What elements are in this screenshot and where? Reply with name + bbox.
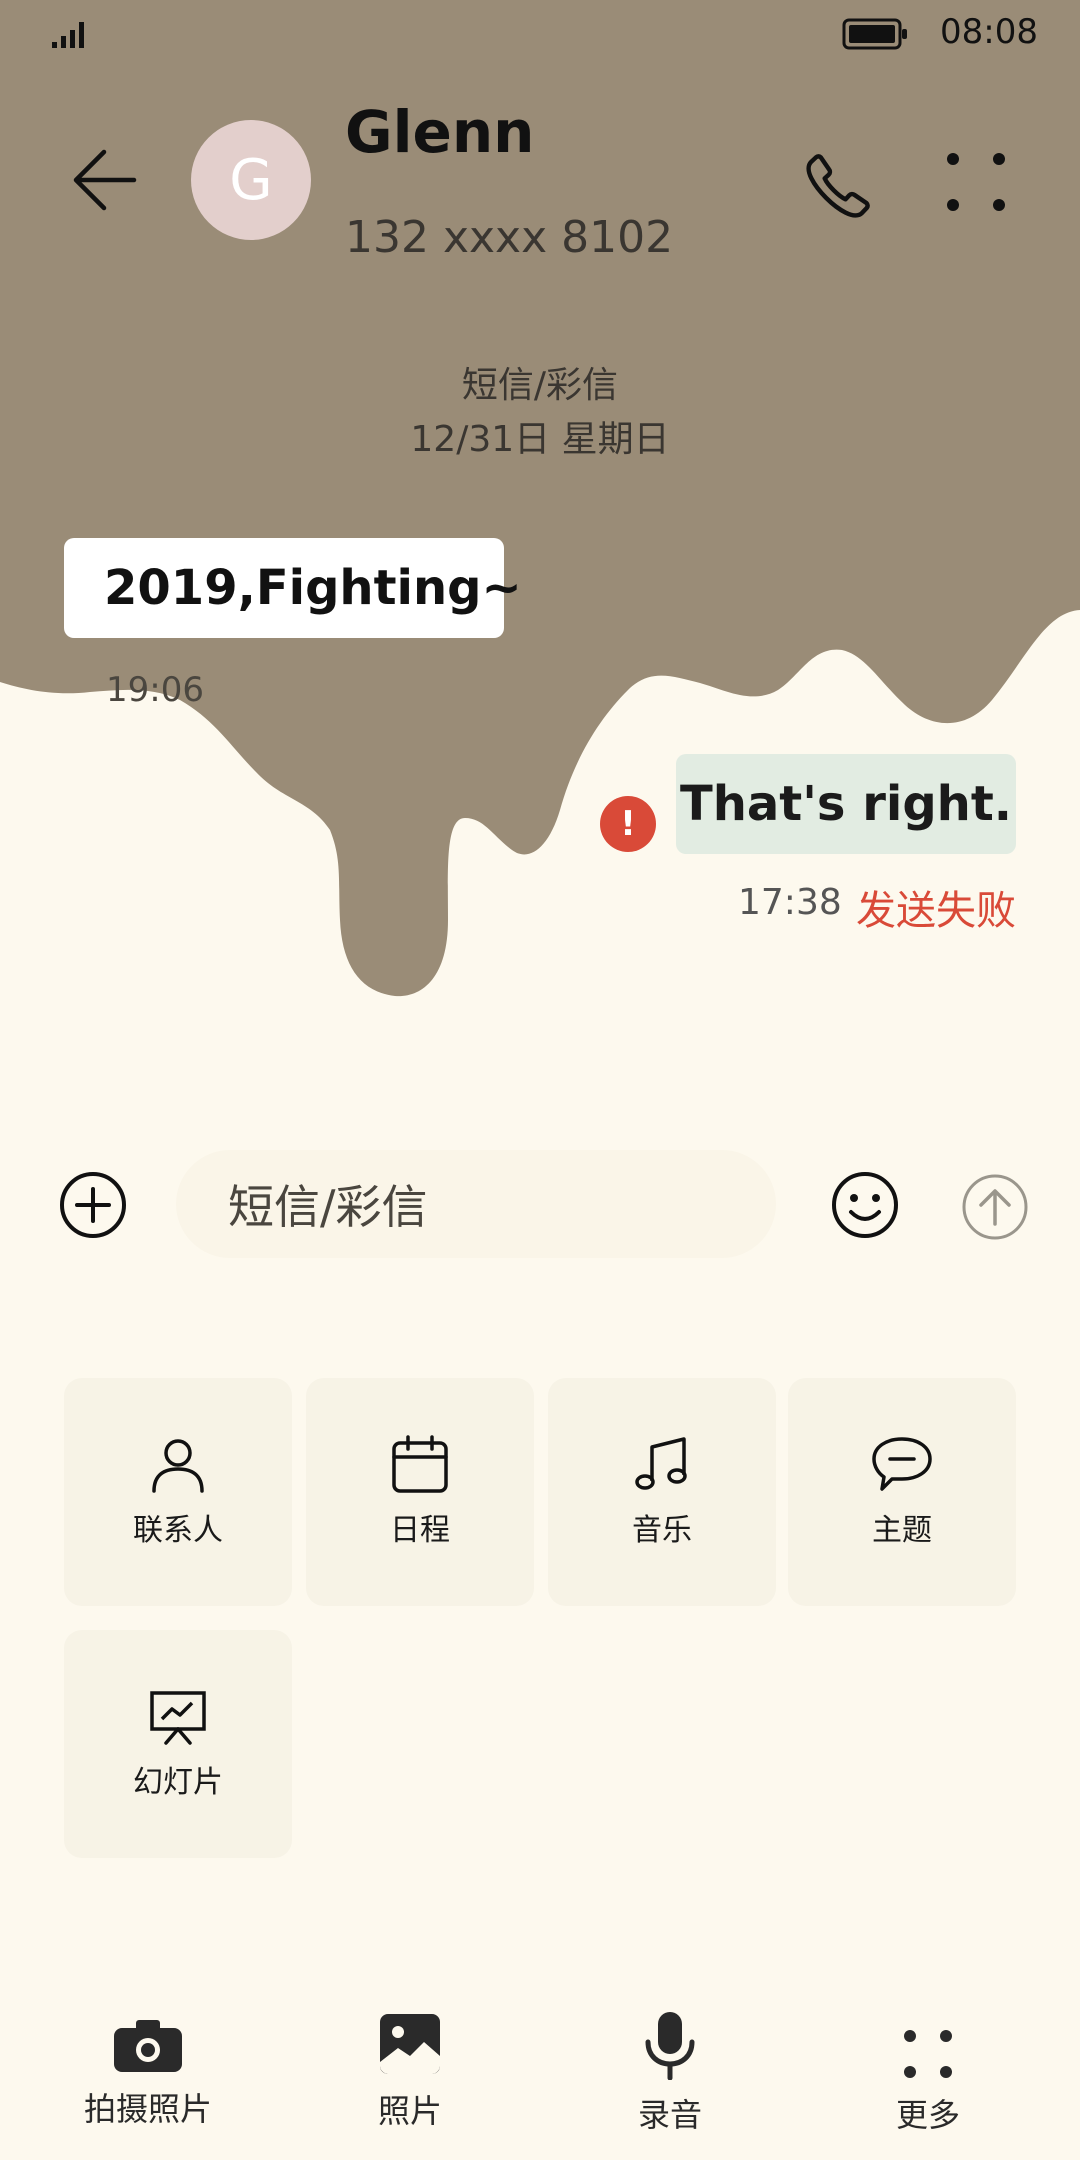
phone-call-icon[interactable]	[800, 148, 876, 224]
attach-calendar-button[interactable]: 日程	[306, 1378, 534, 1606]
camera-icon	[114, 2020, 182, 2072]
send-failed-icon[interactable]: !	[600, 796, 656, 852]
signal-icon	[52, 22, 84, 48]
more-dots-icon	[904, 2030, 952, 2078]
contact-name: Glenn	[345, 98, 535, 166]
thread-channel-label: 短信/彩信	[461, 365, 619, 406]
thread-date-label: 12/31日 星期日	[410, 419, 670, 460]
add-attachment-icon[interactable]	[58, 1170, 128, 1240]
attach-contact-label: 联系人	[133, 1513, 223, 1548]
more-label: 更多	[895, 2096, 960, 2134]
contact-number: 132 xxxx 8102	[345, 212, 674, 263]
emoji-icon[interactable]	[830, 1170, 900, 1240]
attach-music-label: 音乐	[632, 1513, 692, 1548]
message-input[interactable]: 短信/彩信	[176, 1150, 776, 1258]
incoming-message-time: 19:06	[106, 670, 204, 710]
incoming-message-bubble[interactable]: 2019,Fighting~	[64, 538, 522, 638]
attach-slideshow-label: 幻灯片	[133, 1765, 223, 1800]
take-photo-label: 拍摄照片	[83, 2090, 212, 2128]
outgoing-message-time: 17:38	[738, 882, 842, 923]
photos-label: 照片	[377, 2092, 442, 2130]
presentation-icon	[150, 1691, 206, 1745]
more-options-icon[interactable]	[944, 150, 1008, 214]
record-audio-button[interactable]: 录音	[570, 2010, 770, 2136]
send-failed-status: 发送失败	[856, 888, 1016, 934]
avatar[interactable]: G	[191, 120, 311, 240]
attach-contact-button[interactable]: 联系人	[64, 1378, 292, 1606]
music-note-icon	[635, 1437, 687, 1490]
record-audio-label: 录音	[637, 2096, 702, 2134]
back-arrow-icon[interactable]	[70, 146, 138, 214]
calendar-icon	[392, 1435, 448, 1493]
battery-icon	[842, 18, 907, 50]
attach-calendar-label: 日程	[390, 1513, 450, 1548]
attach-slideshow-button[interactable]: 幻灯片	[64, 1630, 292, 1858]
attach-subject-button[interactable]: 主题	[788, 1378, 1016, 1606]
more-button[interactable]: 更多	[828, 2028, 1028, 2136]
send-icon[interactable]	[960, 1172, 1030, 1242]
attach-music-button[interactable]: 音乐	[548, 1378, 776, 1606]
photos-button[interactable]: 照片	[310, 2012, 510, 2132]
outgoing-message-bubble[interactable]: That's right.	[676, 754, 1016, 854]
speech-bubble-icon	[872, 1437, 932, 1491]
attach-subject-label: 主题	[872, 1513, 932, 1548]
microphone-icon	[645, 2012, 695, 2080]
photo-icon	[380, 2014, 440, 2074]
person-icon	[152, 1439, 204, 1493]
take-photo-button[interactable]: 拍摄照片	[48, 2018, 248, 2130]
status-time: 08:08	[940, 12, 1038, 52]
